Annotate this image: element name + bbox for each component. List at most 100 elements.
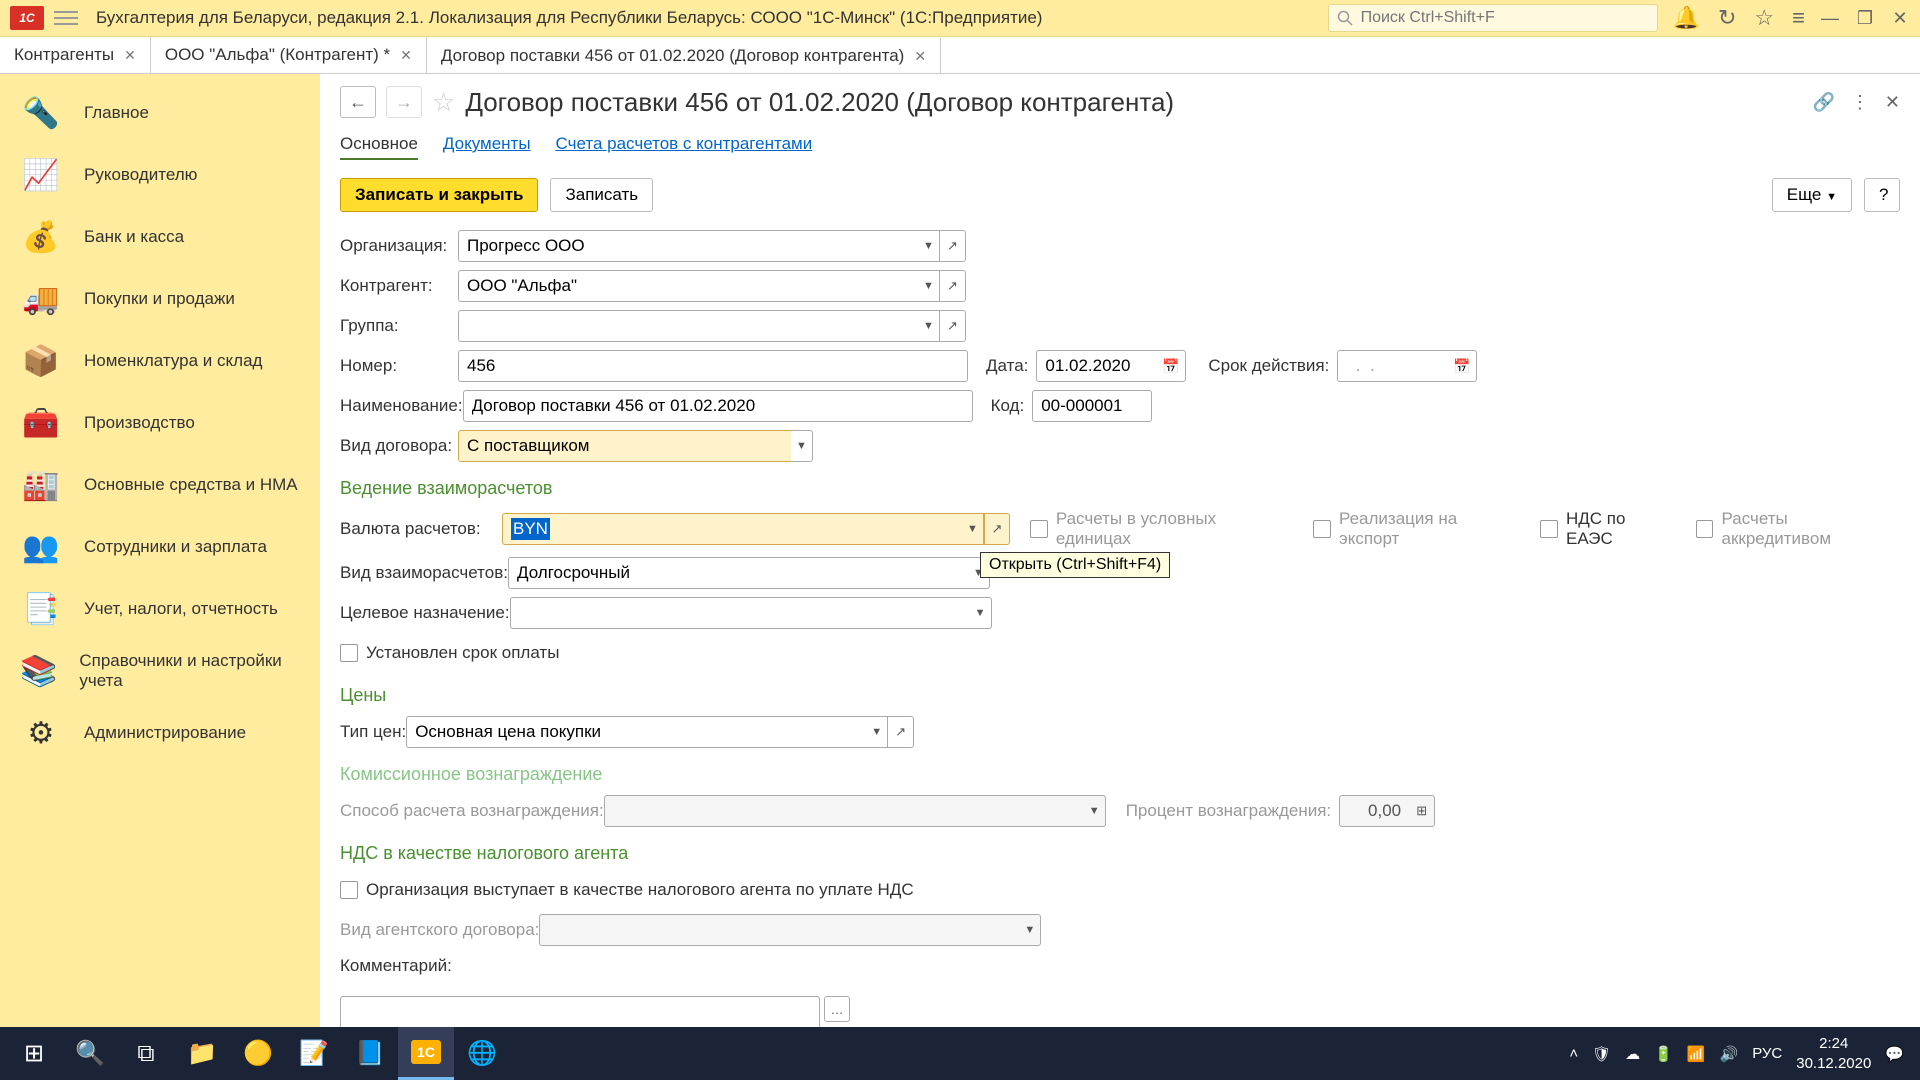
validity-input[interactable]	[1337, 350, 1447, 382]
tray-battery-icon[interactable]: 🔋	[1654, 1045, 1673, 1063]
chrome-icon[interactable]: 🟡	[230, 1027, 286, 1080]
history-icon[interactable]: ↻	[1718, 5, 1736, 31]
checkbox-icon[interactable]	[1540, 520, 1558, 538]
taskview-icon[interactable]: ⧉	[118, 1027, 174, 1080]
sidebar-item-sales[interactable]: 🚚Покупки и продажи	[0, 268, 320, 330]
name-input[interactable]	[463, 390, 973, 422]
open-icon[interactable]: ↗	[940, 270, 966, 302]
sidebar-item-manager[interactable]: 📈Руководителю	[0, 144, 320, 206]
chevron-down-icon[interactable]: ▼	[918, 310, 940, 342]
search-input[interactable]	[1359, 8, 1649, 28]
sidebar-item-bank[interactable]: 💰Банк и касса	[0, 206, 320, 268]
explorer-icon[interactable]: 📁	[174, 1027, 230, 1080]
checkbox-icon[interactable]	[340, 644, 358, 662]
1c-icon[interactable]: 1C	[398, 1027, 454, 1080]
group-field[interactable]: ▼ ↗	[458, 310, 966, 342]
chevron-down-icon[interactable]: ▼	[918, 230, 940, 262]
edge-icon[interactable]: 🌐	[454, 1027, 510, 1080]
expand-icon[interactable]: …	[824, 996, 850, 1022]
minimize-icon[interactable]: —	[1820, 8, 1840, 29]
calendar-icon[interactable]: 📅	[1156, 350, 1186, 382]
date-input[interactable]	[1036, 350, 1156, 382]
open-icon[interactable]: ↗	[984, 513, 1010, 545]
word-icon[interactable]: 📘	[342, 1027, 398, 1080]
forward-button[interactable]: →	[386, 86, 422, 118]
menu-icon[interactable]	[54, 11, 78, 25]
number-input[interactable]	[458, 350, 968, 382]
tray-lang[interactable]: РУС	[1752, 1045, 1782, 1062]
checkbox-icon[interactable]	[1030, 520, 1048, 538]
chevron-down-icon[interactable]: ▼	[791, 430, 813, 462]
cortana-icon[interactable]: 🔍	[62, 1027, 118, 1080]
sidebar-item-hr[interactable]: 👥Сотрудники и зарплата	[0, 516, 320, 578]
code-input[interactable]	[1032, 390, 1152, 422]
purpose-input[interactable]	[510, 597, 970, 629]
close-icon[interactable]: ✕	[124, 47, 136, 64]
close-icon[interactable]: ✕	[914, 48, 926, 65]
sidebar-item-production[interactable]: 🧰Производство	[0, 392, 320, 454]
checkbox-icon[interactable]	[1313, 520, 1331, 538]
tab-alpha[interactable]: ООО "Альфа" (Контрагент) * ✕	[151, 37, 427, 73]
global-search[interactable]	[1328, 4, 1658, 32]
tray-wifi-icon[interactable]: 📶	[1687, 1045, 1706, 1063]
tray-clock[interactable]: 2:24 30.12.2020	[1796, 1034, 1871, 1074]
tray-chevron-icon[interactable]: ˄	[1569, 1045, 1578, 1062]
validity-field[interactable]: 📅	[1337, 350, 1477, 382]
tray-cloud-icon[interactable]: ☁	[1625, 1045, 1640, 1063]
chevron-down-icon[interactable]: ▼	[918, 270, 940, 302]
tab-contractors[interactable]: Контрагенты ✕	[0, 37, 151, 73]
org-field[interactable]: ▼ ↗	[458, 230, 966, 262]
close-icon[interactable]: ✕	[400, 47, 412, 64]
bell-icon[interactable]: 🔔	[1673, 5, 1700, 31]
contractor-input[interactable]	[458, 270, 918, 302]
contractor-field[interactable]: ▼ ↗	[458, 270, 966, 302]
tab-contract[interactable]: Договор поставки 456 от 01.02.2020 (Дого…	[427, 37, 941, 73]
close-panel-icon[interactable]: ✕	[1885, 92, 1900, 113]
sidebar-item-admin[interactable]: ⚙Администрирование	[0, 702, 320, 764]
save-button[interactable]: Записать	[550, 178, 653, 212]
checkbox-icon[interactable]	[1696, 520, 1714, 538]
tray-shield-icon[interactable]: 🛡	[1592, 1045, 1611, 1063]
price-type-field[interactable]: ▼ ↗	[406, 716, 914, 748]
contract-type-field[interactable]: ▼	[458, 430, 813, 462]
sidebar-item-stock[interactable]: 📦Номенклатура и склад	[0, 330, 320, 392]
calendar-icon[interactable]: 📅	[1447, 350, 1477, 382]
chevron-down-icon[interactable]: ▼	[866, 716, 888, 748]
tray-notifications-icon[interactable]: 💬	[1885, 1045, 1904, 1063]
more-button[interactable]: Еще ▼	[1772, 178, 1852, 212]
open-icon[interactable]: ↗	[940, 310, 966, 342]
back-button[interactable]: ←	[340, 86, 376, 118]
start-button[interactable]: ⊞	[6, 1027, 62, 1080]
sidebar-item-settings[interactable]: 📚Справочники и настройки учета	[0, 640, 320, 702]
tray-volume-icon[interactable]: 🔊	[1720, 1045, 1739, 1063]
sidebar-item-tax[interactable]: 📑Учет, налоги, отчетность	[0, 578, 320, 640]
group-input[interactable]	[458, 310, 918, 342]
price-type-input[interactable]	[406, 716, 866, 748]
date-field[interactable]: 📅	[1036, 350, 1186, 382]
checkbox-icon[interactable]	[340, 881, 358, 899]
favorite-icon[interactable]: ☆	[432, 87, 455, 118]
subtab-accounts[interactable]: Счета расчетов с контрагентами	[556, 130, 813, 160]
subtab-documents[interactable]: Документы	[443, 130, 531, 160]
chk-payment-term[interactable]: Установлен срок оплаты	[340, 643, 559, 663]
chk-vat-agent[interactable]: Организация выступает в качестве налогов…	[340, 880, 914, 900]
help-button[interactable]: ?	[1864, 178, 1900, 212]
link-icon[interactable]: 🔗	[1812, 92, 1834, 113]
comment-input[interactable]	[340, 996, 820, 1027]
restore-icon[interactable]: ❐	[1855, 8, 1875, 29]
currency-input[interactable]: BYN	[502, 513, 962, 545]
close-icon[interactable]: ✕	[1890, 8, 1910, 29]
org-input[interactable]	[458, 230, 918, 262]
settlement-type-field[interactable]: ▼	[508, 557, 990, 589]
sidebar-item-assets[interactable]: 🏭Основные средства и НМА	[0, 454, 320, 516]
notes-icon[interactable]: 📝	[286, 1027, 342, 1080]
save-close-button[interactable]: Записать и закрыть	[340, 178, 538, 212]
currency-field[interactable]: BYN ▼ ↗	[502, 513, 1010, 545]
settlement-type-input[interactable]	[508, 557, 968, 589]
open-icon[interactable]: ↗	[888, 716, 914, 748]
chevron-down-icon[interactable]: ▼	[962, 513, 984, 545]
contract-type-input[interactable]	[458, 430, 791, 462]
chevron-down-icon[interactable]: ▼	[970, 597, 992, 629]
more-icon[interactable]: ⋮	[1851, 92, 1869, 113]
purpose-field[interactable]: ▼	[510, 597, 992, 629]
